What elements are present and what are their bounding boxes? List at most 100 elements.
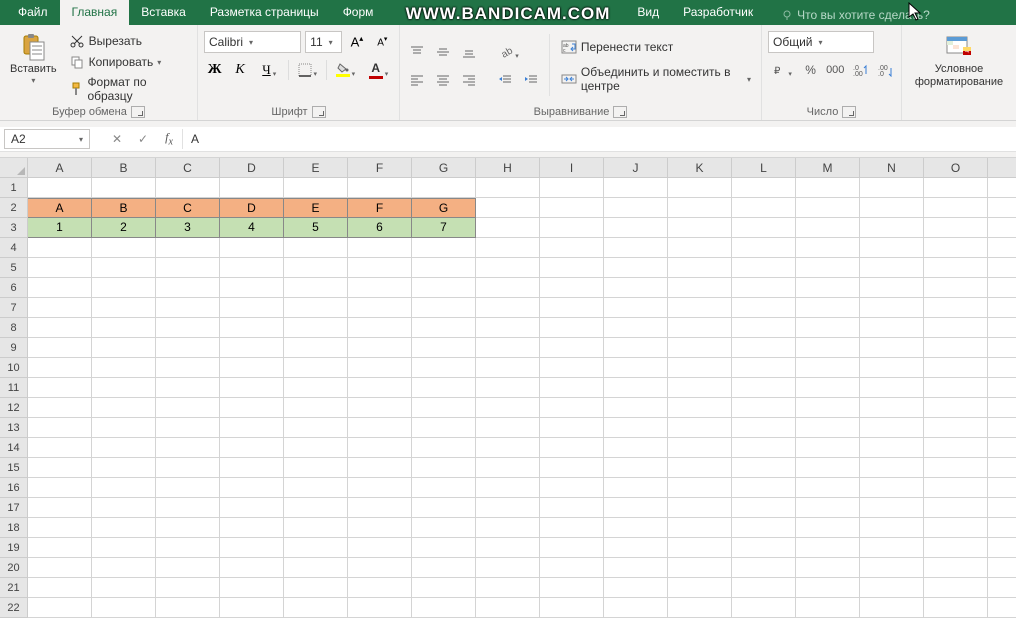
cell[interactable] — [476, 578, 540, 598]
orientation-button[interactable]: ab — [494, 41, 524, 63]
cell[interactable] — [284, 358, 348, 378]
cell[interactable] — [412, 358, 476, 378]
cell[interactable] — [732, 438, 796, 458]
cell[interactable] — [92, 538, 156, 558]
cell[interactable] — [988, 378, 1016, 398]
cell[interactable] — [412, 318, 476, 338]
cell[interactable] — [988, 578, 1016, 598]
cell[interactable]: F — [348, 198, 412, 218]
cell[interactable] — [860, 598, 924, 618]
cell[interactable] — [732, 278, 796, 298]
cell[interactable] — [476, 358, 540, 378]
cell[interactable] — [540, 358, 604, 378]
cell[interactable] — [412, 578, 476, 598]
cell[interactable] — [412, 478, 476, 498]
cell[interactable] — [156, 178, 220, 198]
cell[interactable] — [476, 298, 540, 318]
column-header[interactable]: H — [476, 158, 540, 177]
cell[interactable] — [28, 478, 92, 498]
cell[interactable] — [732, 318, 796, 338]
cell[interactable] — [668, 478, 732, 498]
cell[interactable] — [860, 438, 924, 458]
cell[interactable] — [604, 578, 668, 598]
cell[interactable] — [540, 378, 604, 398]
cell[interactable] — [220, 598, 284, 618]
cell[interactable] — [604, 438, 668, 458]
cell[interactable] — [604, 258, 668, 278]
cell[interactable] — [220, 318, 284, 338]
cell[interactable] — [284, 258, 348, 278]
cell[interactable] — [476, 378, 540, 398]
cell[interactable] — [540, 238, 604, 258]
cell[interactable] — [796, 178, 860, 198]
cell[interactable] — [604, 198, 668, 218]
tab-page-layout[interactable]: Разметка страницы — [198, 0, 331, 25]
cell[interactable] — [412, 518, 476, 538]
cell[interactable] — [668, 438, 732, 458]
cell[interactable] — [348, 398, 412, 418]
cell[interactable] — [92, 518, 156, 538]
number-dialog-launcher[interactable] — [842, 106, 856, 118]
cell[interactable] — [604, 538, 668, 558]
cell[interactable] — [988, 278, 1016, 298]
cell[interactable] — [540, 558, 604, 578]
cell[interactable] — [924, 258, 988, 278]
cancel-formula-button[interactable]: ✕ — [104, 129, 130, 149]
row-header[interactable]: 4 — [0, 238, 28, 258]
cell[interactable] — [348, 378, 412, 398]
cell[interactable] — [860, 538, 924, 558]
cell[interactable] — [924, 418, 988, 438]
cell[interactable] — [860, 198, 924, 218]
row-header[interactable]: 16 — [0, 478, 28, 498]
cell[interactable] — [988, 558, 1016, 578]
cell[interactable]: 1 — [28, 218, 92, 238]
cell[interactable] — [668, 418, 732, 438]
align-right-button[interactable] — [458, 69, 480, 91]
cell[interactable] — [540, 438, 604, 458]
cell[interactable] — [412, 378, 476, 398]
cell[interactable] — [668, 518, 732, 538]
column-header[interactable]: K — [668, 158, 732, 177]
cell[interactable] — [860, 218, 924, 238]
cell[interactable] — [988, 418, 1016, 438]
row-header[interactable]: 22 — [0, 598, 28, 618]
cell[interactable] — [924, 558, 988, 578]
cell[interactable] — [860, 358, 924, 378]
cell[interactable] — [732, 558, 796, 578]
cell[interactable] — [476, 178, 540, 198]
cell[interactable] — [604, 378, 668, 398]
cell[interactable] — [860, 418, 924, 438]
cell[interactable] — [348, 538, 412, 558]
cell[interactable] — [540, 178, 604, 198]
cell[interactable] — [732, 498, 796, 518]
row-header[interactable]: 5 — [0, 258, 28, 278]
row-header[interactable]: 6 — [0, 278, 28, 298]
cell[interactable] — [860, 478, 924, 498]
insert-function-button[interactable]: fx — [156, 129, 182, 149]
copy-button[interactable]: Копировать ▾ — [65, 52, 191, 72]
cell[interactable]: 4 — [220, 218, 284, 238]
cell[interactable] — [732, 358, 796, 378]
cell[interactable] — [668, 338, 732, 358]
cell[interactable] — [412, 438, 476, 458]
cell[interactable] — [220, 438, 284, 458]
cell[interactable] — [348, 478, 412, 498]
cell[interactable] — [668, 198, 732, 218]
cell[interactable] — [28, 278, 92, 298]
cell[interactable] — [348, 438, 412, 458]
cell[interactable]: B — [92, 198, 156, 218]
cell[interactable] — [28, 318, 92, 338]
cell[interactable] — [348, 358, 412, 378]
cell[interactable] — [28, 438, 92, 458]
cell[interactable] — [284, 438, 348, 458]
cell[interactable] — [860, 518, 924, 538]
cell[interactable] — [92, 418, 156, 438]
cell[interactable] — [220, 258, 284, 278]
cell[interactable] — [668, 298, 732, 318]
align-top-button[interactable] — [406, 41, 428, 63]
column-header[interactable]: J — [604, 158, 668, 177]
cell[interactable] — [28, 418, 92, 438]
cell[interactable] — [92, 278, 156, 298]
cell[interactable]: 3 — [156, 218, 220, 238]
cell[interactable] — [412, 538, 476, 558]
